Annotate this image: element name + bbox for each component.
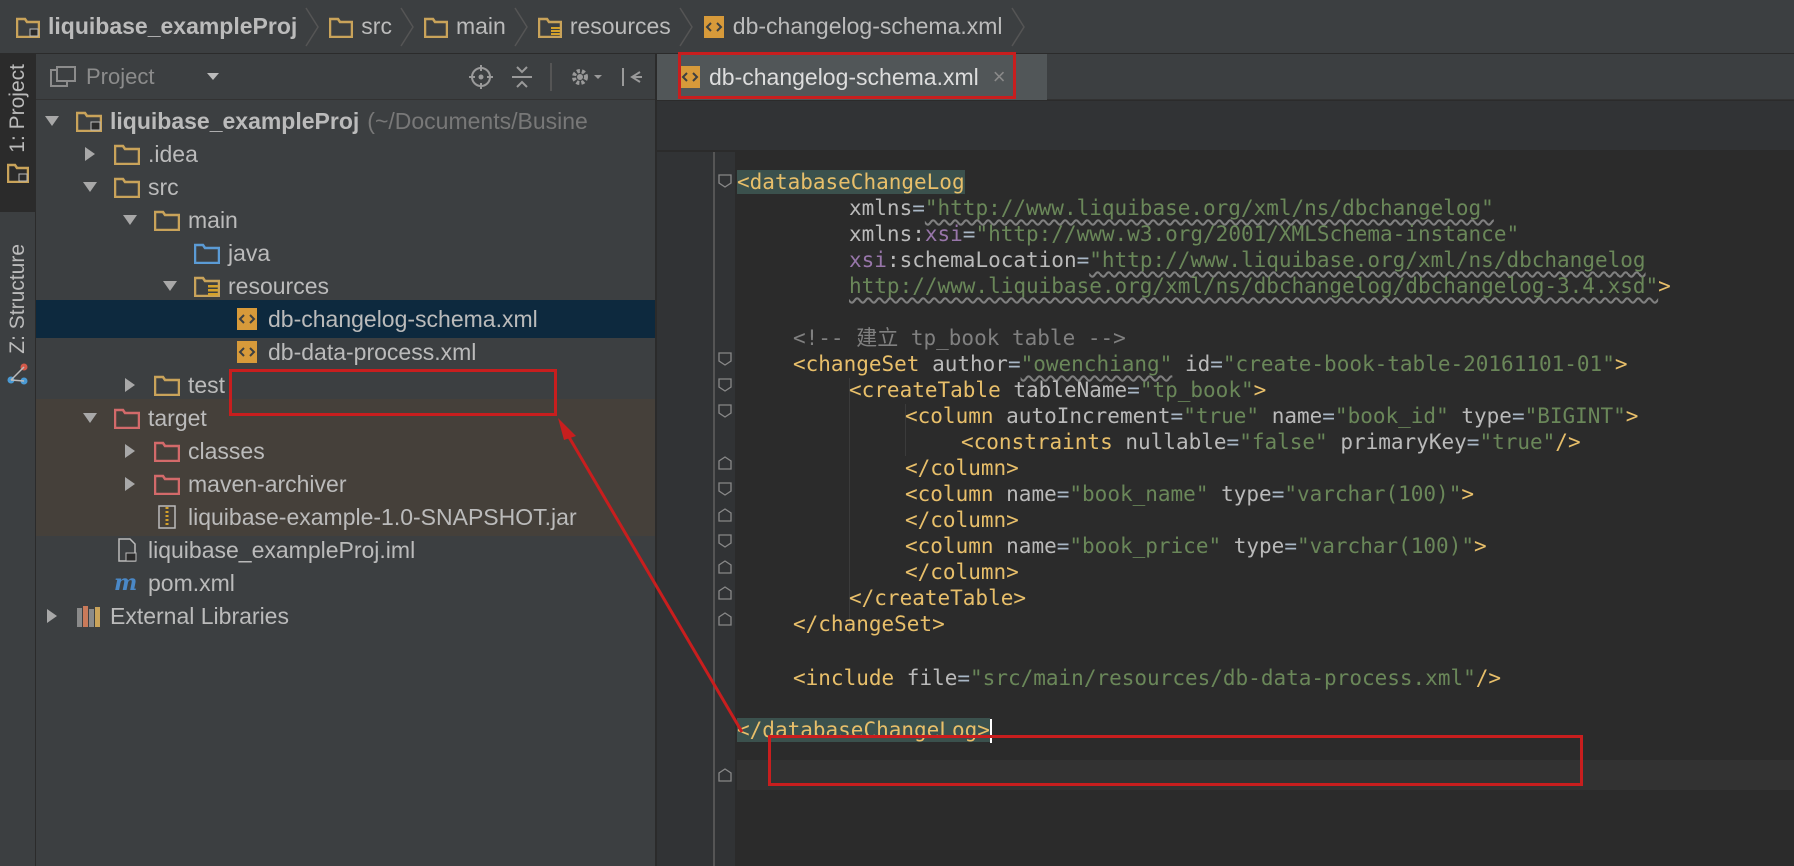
annotation-arrow bbox=[558, 418, 744, 733]
